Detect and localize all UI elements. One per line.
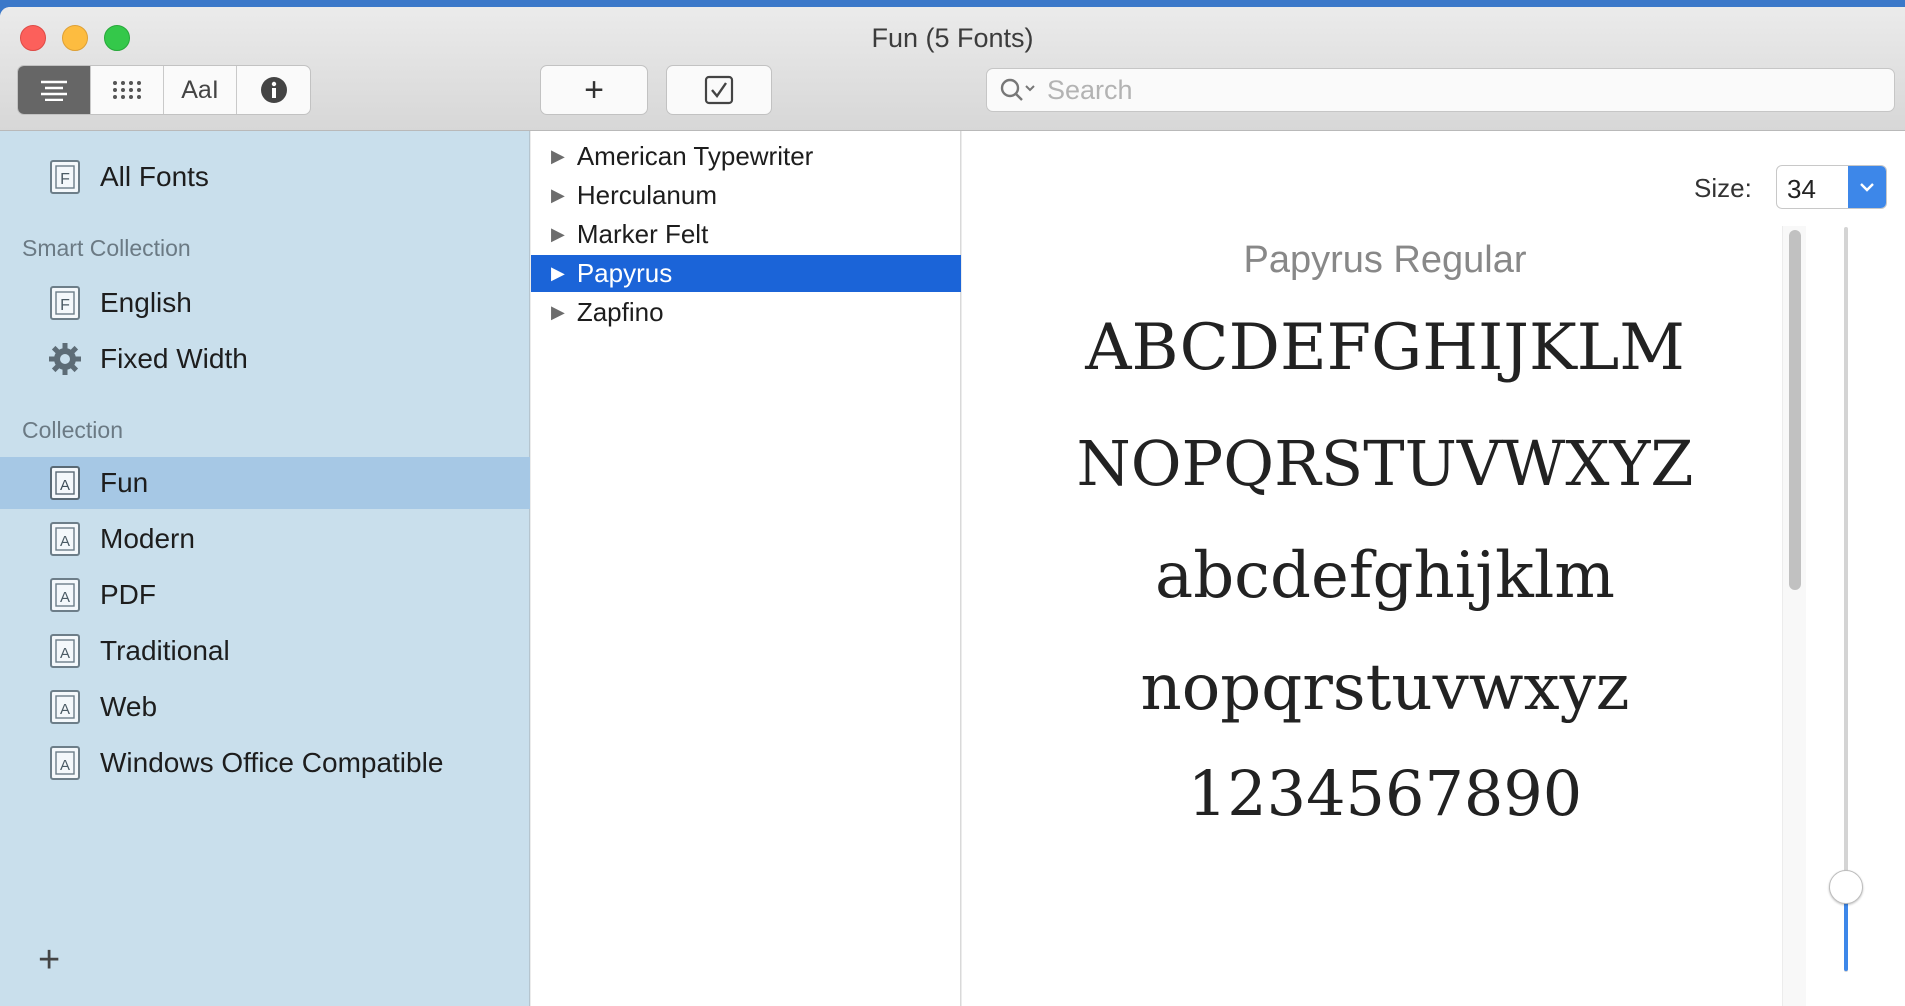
disclosure-triangle-icon[interactable]: ▶ — [551, 224, 565, 245]
size-slider-knob[interactable] — [1829, 870, 1863, 904]
sidebar-item-english[interactable]: F English — [0, 277, 530, 329]
sidebar-item-label: All Fonts — [100, 161, 209, 192]
font-row-label: Papyrus — [576, 258, 673, 288]
collections-sidebar: F All Fonts Smart Collection F English F… — [0, 131, 530, 1006]
font-row-label: Zapfino — [576, 297, 664, 327]
sidebar-item-label: Modern — [100, 523, 195, 554]
font-family-list: ▶ American Typewriter ▶ Herculanum ▶ Mar… — [531, 131, 961, 1006]
sidebar-item-web[interactable]: A Web — [0, 681, 530, 733]
font-row-herculanum[interactable]: ▶ Herculanum — [531, 177, 961, 214]
search-field[interactable] — [986, 68, 1895, 112]
grid-view-icon — [113, 81, 141, 99]
disclosure-triangle-icon[interactable]: ▶ — [551, 263, 565, 284]
view-segmented-control: AaI — [17, 65, 311, 115]
size-label: Size: — [1694, 173, 1752, 203]
svg-text:F: F — [60, 171, 70, 188]
sidebar-item-label: Windows Office Compatible — [100, 747, 444, 778]
sidebar-item-fixed-width[interactable]: Fixed Width — [0, 333, 530, 385]
chevron-down-icon[interactable] — [1848, 166, 1886, 208]
preview-scrollbar[interactable] — [1782, 226, 1806, 1006]
search-icon — [1000, 78, 1035, 101]
font-row-label: Marker Felt — [576, 219, 709, 249]
collection-header: Collection — [22, 417, 123, 443]
svg-text:A: A — [60, 589, 70, 606]
sidebar-item-label: English — [100, 287, 192, 318]
font-collection-icon: F — [48, 285, 82, 321]
disclosure-triangle-icon[interactable]: ▶ — [551, 146, 565, 167]
checkbox-icon — [704, 75, 734, 105]
collection-icon: A — [48, 465, 82, 501]
preview-digits: 1234567890 — [1187, 757, 1583, 830]
search-input[interactable] — [1047, 74, 1847, 106]
font-preview-pane: Size: 34 Papyrus Regular ABCDEFGHIJKLM N… — [962, 131, 1905, 1006]
scroll-thumb[interactable] — [1789, 230, 1801, 590]
add-collection-button[interactable]: + — [38, 939, 60, 982]
sample-view-label: AaI — [181, 75, 219, 104]
preview-uppercase-2: NOPQRSTUVWXYZ — [1076, 427, 1694, 500]
font-row-zapfino[interactable]: ▶ Zapfino — [531, 294, 961, 331]
sidebar-item-label: Fixed Width — [100, 343, 248, 374]
collection-icon: A — [48, 633, 82, 669]
sidebar-item-fun[interactable]: A Fun — [0, 457, 530, 509]
info-view-button[interactable] — [237, 66, 310, 114]
add-font-button[interactable]: + — [540, 65, 648, 115]
font-row-label: American Typewriter — [576, 141, 814, 171]
sidebar-item-label: Traditional — [100, 635, 230, 666]
preview-font-name: Papyrus Regular — [1243, 239, 1527, 281]
preview-uppercase-1: ABCDEFGHIJKLM — [1085, 311, 1685, 385]
font-row-papyrus[interactable]: ▶ Papyrus — [531, 255, 961, 292]
collection-icon: A — [48, 689, 82, 725]
font-book-window: Fun (5 Fonts) AaI + Search F All Fonts S… — [0, 7, 1905, 1006]
titlebar: Fun (5 Fonts) AaI + — [0, 7, 1905, 131]
collection-icon: A — [48, 521, 82, 557]
sidebar-item-label: PDF — [100, 579, 156, 610]
sidebar-item-label: Fun — [100, 467, 149, 498]
smart-collection-header: Smart Collection — [22, 235, 191, 261]
sidebar-item-all-fonts[interactable]: F All Fonts — [0, 151, 530, 203]
svg-text:A: A — [60, 477, 70, 494]
font-row-marker-felt[interactable]: ▶ Marker Felt — [531, 216, 961, 253]
size-slider-track[interactable] — [1844, 227, 1848, 972]
sidebar-item-traditional[interactable]: A Traditional — [0, 625, 530, 677]
sidebar-item-modern[interactable]: A Modern — [0, 513, 530, 565]
preview-lowercase-1: abcdefghijklm — [1155, 539, 1615, 613]
window-title: Fun (5 Fonts) — [871, 23, 1034, 53]
svg-text:A: A — [60, 533, 70, 550]
list-view-icon — [41, 80, 67, 101]
svg-text:A: A — [60, 757, 70, 774]
sidebar-item-pdf[interactable]: A PDF — [0, 569, 530, 621]
info-icon — [260, 77, 287, 103]
list-view-button[interactable] — [18, 66, 91, 114]
gear-icon — [48, 341, 82, 377]
validate-font-button[interactable] — [666, 65, 772, 115]
size-value[interactable]: 34 — [1787, 174, 1816, 205]
preview-lowercase-2: nopqrstuvwxyz — [1140, 651, 1630, 725]
disclosure-triangle-icon[interactable]: ▶ — [551, 185, 565, 206]
sample-view-button[interactable]: AaI — [164, 66, 237, 114]
svg-text:A: A — [60, 645, 70, 662]
svg-text:A: A — [60, 701, 70, 718]
font-collection-icon: F — [48, 159, 82, 195]
collection-icon: A — [48, 577, 82, 613]
sidebar-item-windows-office-compatible[interactable]: A Windows Office Compatible — [0, 737, 530, 789]
plus-icon: + — [584, 70, 604, 109]
font-row-label: Herculanum — [576, 180, 718, 210]
size-combobox[interactable]: 34 — [1776, 165, 1887, 209]
disclosure-triangle-icon[interactable]: ▶ — [551, 302, 565, 323]
font-row-american-typewriter[interactable]: ▶ American Typewriter — [531, 138, 961, 175]
grid-view-button[interactable] — [91, 66, 164, 114]
svg-text:F: F — [60, 297, 70, 314]
sidebar-item-label: Web — [100, 691, 158, 722]
collection-icon: A — [48, 745, 82, 781]
